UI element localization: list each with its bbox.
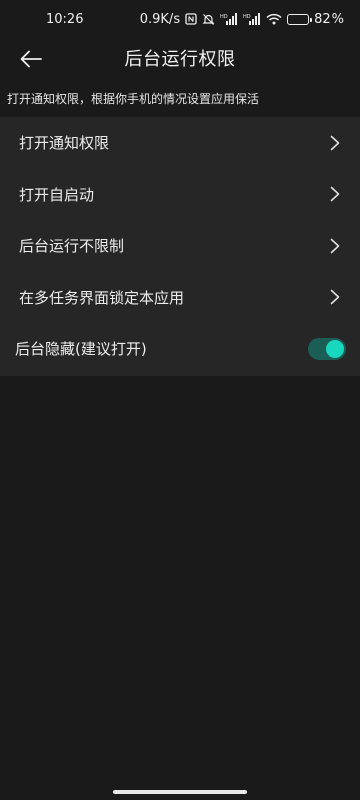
network-speed: 0.9K/s bbox=[139, 11, 181, 27]
battery-icon bbox=[287, 13, 313, 25]
signal-icon-2: HD bbox=[243, 13, 261, 25]
hide-background-toggle[interactable] bbox=[308, 337, 346, 360]
toggle-knob bbox=[326, 339, 344, 358]
setting-label: 打开通知权限 bbox=[19, 134, 110, 153]
battery-percent-sign: % bbox=[331, 11, 344, 27]
app-header: 后台运行权限 bbox=[0, 38, 360, 78]
signal-label-2: HD bbox=[243, 14, 251, 20]
chevron-right-icon bbox=[328, 185, 342, 203]
chevron-right-icon bbox=[328, 237, 342, 255]
wifi-icon bbox=[266, 13, 282, 25]
settings-card: 打开通知权限 打开自启动 后台运行不限制 在多任务界面锁定本应用 后台隐藏(建议… bbox=[0, 117, 360, 376]
status-bar: 10:26 0.9K/s HD HD 82% bbox=[0, 0, 360, 38]
home-indicator[interactable] bbox=[113, 790, 247, 794]
status-icons: 0.9K/s HD HD 82% bbox=[140, 12, 344, 27]
setting-background-unrestricted[interactable]: 后台运行不限制 bbox=[0, 220, 360, 272]
setting-label: 后台隐藏(建议打开) bbox=[15, 340, 147, 359]
signal-icon: HD bbox=[220, 13, 238, 25]
setting-label: 后台运行不限制 bbox=[19, 237, 125, 256]
page-title: 后台运行权限 bbox=[124, 49, 236, 70]
back-button[interactable] bbox=[14, 42, 48, 76]
setting-label: 打开自启动 bbox=[19, 185, 95, 204]
setting-notification-permission[interactable]: 打开通知权限 bbox=[0, 117, 360, 169]
chevron-right-icon bbox=[328, 134, 342, 152]
battery-level: 82 bbox=[314, 11, 331, 27]
nfc-icon bbox=[185, 13, 197, 25]
hint-text: 打开通知权限，根据你手机的情况设置应用保活 bbox=[7, 92, 260, 106]
mute-bell-icon bbox=[202, 13, 215, 26]
setting-auto-start[interactable]: 打开自启动 bbox=[0, 169, 360, 221]
setting-label: 在多任务界面锁定本应用 bbox=[19, 288, 185, 307]
signal-label-1: HD bbox=[220, 14, 228, 20]
chevron-right-icon bbox=[328, 288, 342, 306]
setting-lock-in-recents[interactable]: 在多任务界面锁定本应用 bbox=[0, 272, 360, 324]
status-time: 10:26 bbox=[46, 11, 84, 27]
arrow-left-icon bbox=[20, 50, 42, 68]
setting-hide-in-background: 后台隐藏(建议打开) bbox=[0, 323, 360, 375]
